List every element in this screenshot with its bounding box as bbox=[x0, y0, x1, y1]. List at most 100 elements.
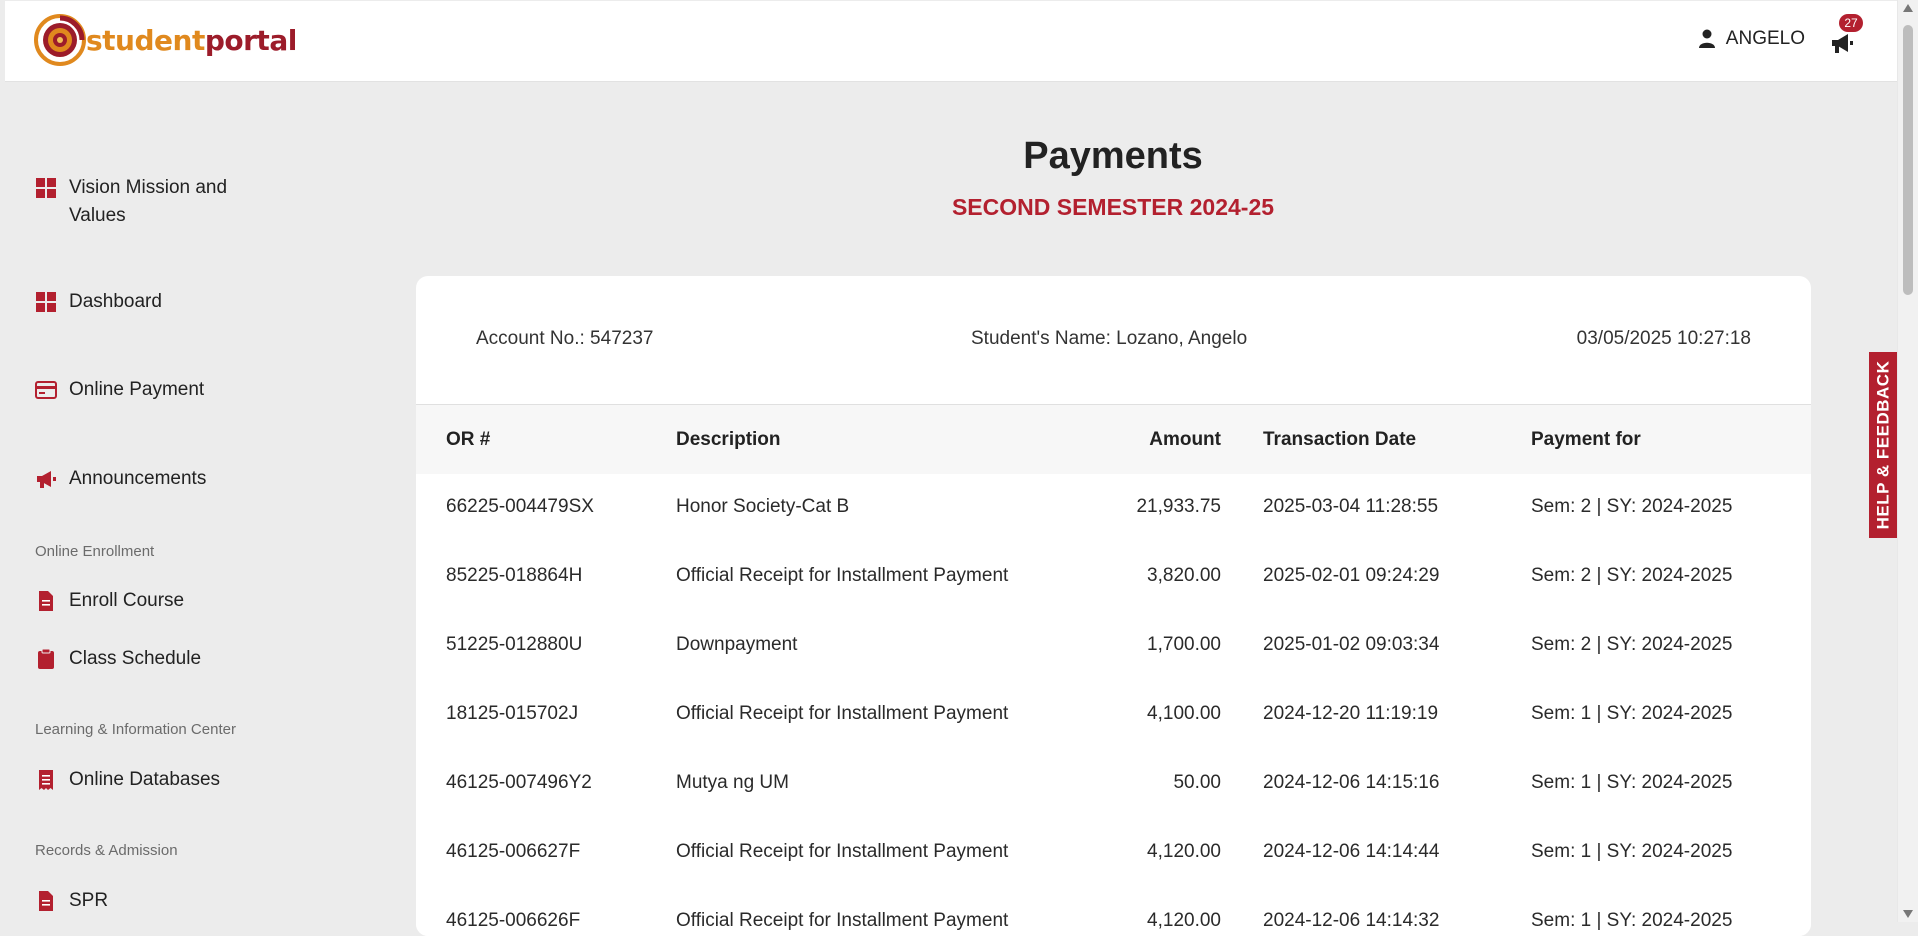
cell-description: Official Receipt for Installment Payment bbox=[676, 703, 1009, 724]
cell-description: Official Receipt for Installment Payment bbox=[676, 841, 1009, 862]
brand-part-portal: portal bbox=[204, 23, 297, 57]
brand-part-student: student bbox=[86, 23, 205, 57]
cell-amount: 21,933.75 bbox=[1136, 496, 1221, 517]
cell-payment-for: Sem: 1 | SY: 2024-2025 bbox=[1531, 910, 1733, 931]
cell-amount: 4,120.00 bbox=[1147, 841, 1221, 862]
logo[interactable]: studentportal bbox=[34, 14, 297, 66]
help-feedback-tab[interactable]: HELP & FEEDBACK bbox=[1869, 352, 1897, 538]
cell-or-number: 18125-015702J bbox=[446, 703, 579, 724]
brand-name: studentportal bbox=[86, 24, 297, 57]
cell-or-number: 85225-018864H bbox=[446, 565, 583, 586]
table-row: 46125-006626F Official Receipt for Insta… bbox=[416, 888, 1811, 936]
sidebar-item-enroll-course[interactable]: Enroll Course bbox=[35, 587, 184, 615]
sidebar-item-class-schedule[interactable]: Class Schedule bbox=[35, 645, 201, 673]
table-row: 85225-018864H Official Receipt for Insta… bbox=[416, 543, 1811, 613]
cell-amount: 50.00 bbox=[1173, 772, 1221, 793]
student-name: Student's Name: Lozano, Angelo bbox=[971, 328, 1248, 349]
cell-payment-for: Sem: 2 | SY: 2024-2025 bbox=[1531, 496, 1733, 517]
cell-or-number: 66225-004479SX bbox=[446, 496, 594, 517]
sidebar-item-vision-mission[interactable]: Vision Mission and Values bbox=[35, 174, 265, 230]
sidebar-item-dashboard[interactable]: Dashboard bbox=[35, 288, 162, 316]
section-title-online-enrollment: Online Enrollment bbox=[35, 543, 155, 560]
sidebar-item-label: SPR bbox=[69, 890, 109, 911]
cell-amount: 4,120.00 bbox=[1147, 910, 1221, 931]
cell-or-number: 46125-006626F bbox=[446, 910, 581, 931]
scroll-down-arrow-icon[interactable] bbox=[1903, 910, 1913, 918]
notifications-button[interactable]: 27 bbox=[1827, 14, 1863, 55]
sidebar-item-label: Online Payment bbox=[69, 379, 205, 400]
notification-badge: 27 bbox=[1839, 14, 1863, 32]
sidebar-item-label: Enroll Course bbox=[69, 590, 185, 611]
column-header-amount: Amount bbox=[1149, 429, 1221, 450]
cell-description: Honor Society-Cat B bbox=[676, 496, 850, 517]
cell-description: Downpayment bbox=[676, 634, 798, 655]
table-row: 18125-015702J Official Receipt for Insta… bbox=[416, 681, 1811, 751]
cell-payment-for: Sem: 2 | SY: 2024-2025 bbox=[1531, 565, 1733, 586]
section-title-learning-center: Learning & Information Center bbox=[35, 721, 236, 738]
table-row: 46125-006627F Official Receipt for Insta… bbox=[416, 819, 1811, 889]
file-icon bbox=[39, 891, 53, 911]
megaphone-icon bbox=[1832, 34, 1853, 53]
cell-description: Mutya ng UM bbox=[676, 772, 789, 793]
grid-icon bbox=[36, 178, 56, 198]
help-feedback-label: HELP & FEEDBACK bbox=[1873, 360, 1893, 530]
sidebar-item-label: Dashboard bbox=[69, 291, 162, 312]
cell-transaction-date: 2024-12-06 14:14:32 bbox=[1263, 910, 1440, 931]
cell-description: Official Receipt for Installment Payment bbox=[676, 565, 1009, 586]
cell-transaction-date: 2025-01-02 09:03:34 bbox=[1263, 634, 1440, 655]
user-name: ANGELO bbox=[1725, 28, 1805, 49]
cell-transaction-date: 2025-02-01 09:24:29 bbox=[1263, 565, 1440, 586]
file-icon bbox=[39, 591, 53, 611]
account-number: Account No.: 547237 bbox=[476, 328, 654, 349]
payments-card: Account No.: 547237 Student's Name: Loza… bbox=[416, 276, 1811, 936]
table-row: 46125-007496Y2 Mutya ng UM 50.00 2024-12… bbox=[416, 750, 1811, 820]
column-header-description: Description bbox=[676, 429, 781, 450]
table-row: 66225-004479SX Honor Society-Cat B 21,93… bbox=[416, 474, 1811, 544]
cell-payment-for: Sem: 1 | SY: 2024-2025 bbox=[1531, 772, 1733, 793]
page-scrollbar[interactable] bbox=[1897, 0, 1918, 922]
sidebar-item-spr[interactable]: SPR bbox=[35, 887, 108, 915]
cell-amount: 4,100.00 bbox=[1147, 703, 1221, 724]
sidebar-item-online-databases[interactable]: Online Databases bbox=[35, 766, 220, 794]
receipt-icon bbox=[39, 770, 53, 790]
cell-amount: 3,820.00 bbox=[1147, 565, 1221, 586]
section-title-records-admission: Records & Admission bbox=[35, 842, 178, 859]
cell-transaction-date: 2024-12-20 11:19:19 bbox=[1263, 703, 1439, 724]
top-navbar: studentportal ANGELO 27 bbox=[5, 1, 1897, 82]
sidebar-item-announcements[interactable]: Announcements bbox=[35, 465, 206, 493]
page-subtitle: SECOND SEMESTER 2024-25 bbox=[951, 194, 1275, 220]
clipboard-icon bbox=[38, 648, 54, 669]
megaphone-icon bbox=[37, 471, 56, 488]
sidebar-item-label: Class Schedule bbox=[69, 648, 202, 669]
cell-transaction-date: 2024-12-06 14:14:44 bbox=[1263, 841, 1440, 862]
sidebar-item-label: Announcements bbox=[69, 468, 207, 489]
scrollbar-thumb[interactable] bbox=[1903, 25, 1913, 295]
sidebar-item-label: Online Databases bbox=[69, 769, 221, 790]
cell-amount: 1,700.00 bbox=[1147, 634, 1221, 655]
column-header-transaction-date: Transaction Date bbox=[1263, 429, 1417, 450]
cell-transaction-date: 2024-12-06 14:15:16 bbox=[1263, 772, 1440, 793]
user-icon bbox=[1698, 29, 1715, 48]
column-header-or: OR # bbox=[446, 429, 491, 450]
logo-emblem-icon bbox=[34, 14, 86, 66]
user-menu[interactable]: ANGELO bbox=[1698, 28, 1805, 50]
current-datetime: 03/05/2025 10:27:18 bbox=[1576, 328, 1751, 349]
table-header: OR # Description Amount Transaction Date… bbox=[416, 404, 1811, 475]
cell-or-number: 51225-012880U bbox=[446, 634, 583, 655]
grid-icon bbox=[36, 292, 56, 312]
cell-or-number: 46125-007496Y2 bbox=[446, 772, 592, 793]
cell-or-number: 46125-006627F bbox=[446, 841, 581, 862]
scroll-up-arrow-icon[interactable] bbox=[1903, 4, 1913, 12]
page-title: Payments bbox=[1023, 135, 1203, 177]
cell-transaction-date: 2025-03-04 11:28:55 bbox=[1263, 496, 1439, 517]
column-header-payment-for: Payment for bbox=[1531, 429, 1641, 450]
sidebar-item-online-payment[interactable]: Online Payment bbox=[35, 376, 204, 404]
sidebar-item-label: Vision Mission and Values bbox=[69, 177, 228, 226]
cell-description: Official Receipt for Installment Payment bbox=[676, 910, 1009, 931]
cell-payment-for: Sem: 1 | SY: 2024-2025 bbox=[1531, 703, 1733, 724]
credit-card-icon bbox=[35, 381, 57, 399]
cell-payment-for: Sem: 1 | SY: 2024-2025 bbox=[1531, 841, 1733, 862]
table-row: 51225-012880U Downpayment 1,700.00 2025-… bbox=[416, 612, 1811, 682]
cell-payment-for: Sem: 2 | SY: 2024-2025 bbox=[1531, 634, 1733, 655]
sidebar: Vision Mission and Values Dashboard Onli… bbox=[5, 82, 305, 922]
